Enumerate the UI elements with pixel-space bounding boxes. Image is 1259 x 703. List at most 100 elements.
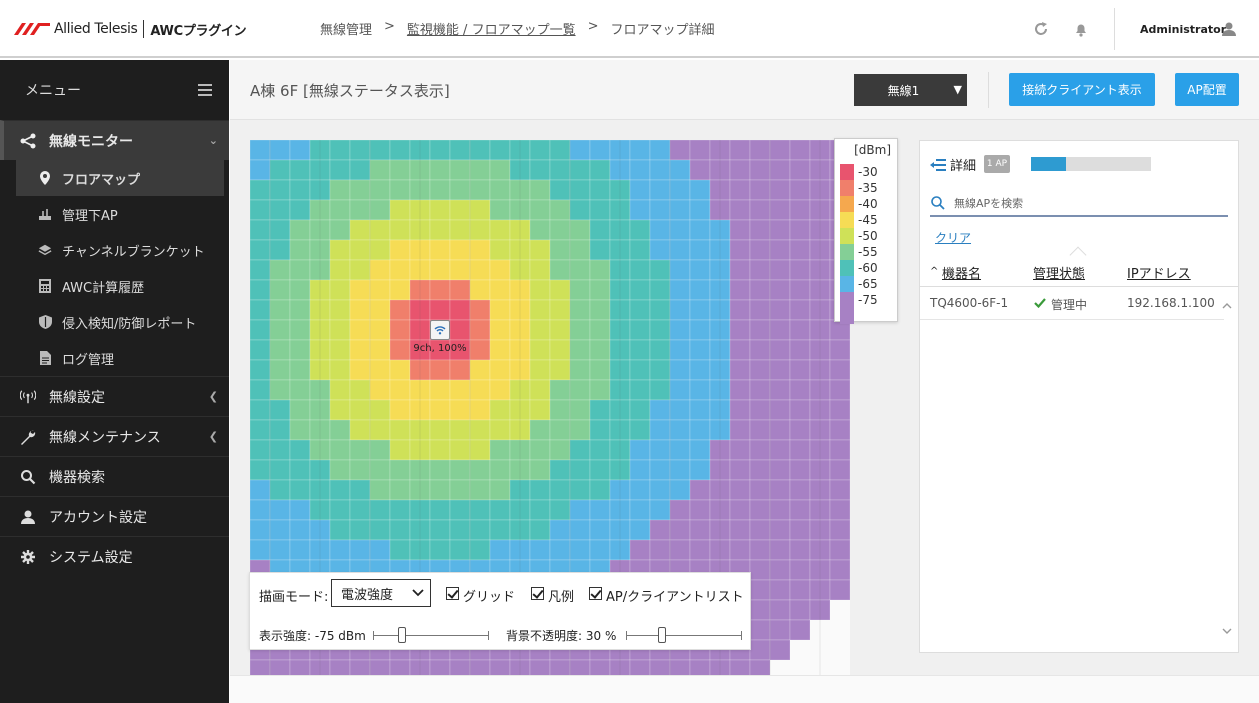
strength-slider-handle[interactable] [397, 627, 406, 643]
heatmap-cell [669, 459, 691, 481]
bell-icon[interactable] [1072, 20, 1090, 38]
heatmap-cell [389, 179, 411, 201]
ap-client-list-checkbox[interactable] [589, 587, 602, 600]
sidebar-item-channel-blanket[interactable]: チャンネルブランケット [0, 232, 229, 268]
sidebar-section-wireless-maintenance[interactable]: 無線メンテナンス ❮ [0, 416, 229, 456]
heatmap-cell [769, 419, 791, 441]
heatmap-cell [529, 399, 551, 421]
table-row[interactable]: TQ4600-6F-1 管理中 192.168.1.100 [920, 287, 1224, 320]
breadcrumb-item-floormap-list[interactable]: 監視機能 / フロアマップ一覧 [407, 19, 576, 38]
user-icon[interactable] [1220, 20, 1238, 38]
legend-swatch [840, 196, 854, 212]
sidebar-section-account[interactable]: アカウント設定 [0, 496, 229, 536]
opacity-slider[interactable] [626, 627, 742, 643]
logo-text: Allied Telesis [54, 21, 138, 37]
heatmap-cell [649, 519, 671, 541]
breadcrumb-item-wireless[interactable]: 無線管理 [320, 19, 372, 38]
heatmap-cell [669, 319, 691, 341]
heatmap-cell [729, 239, 751, 261]
sidebar-item-floormap[interactable]: フロアマップ [16, 160, 224, 196]
heatmap-cell [489, 379, 511, 401]
scroll-up-icon[interactable] [1222, 301, 1232, 311]
heatmap-cell [789, 199, 811, 221]
heatmap-cell [729, 159, 751, 181]
heatmap-cell [649, 140, 671, 161]
column-ip[interactable]: IPアドレス [1127, 263, 1191, 282]
heatmap-cell [449, 499, 471, 521]
column-device-name[interactable]: 機器名 [942, 263, 981, 282]
legend-checkbox[interactable] [531, 587, 544, 600]
heatmap-cell [329, 259, 351, 281]
strength-slider[interactable] [373, 627, 489, 643]
sidebar-item-ids-report[interactable]: 侵入検知/防御レポート [0, 304, 229, 340]
heatmap-cell [529, 219, 551, 241]
sidebar-item-managed-ap[interactable]: 管理下AP [0, 196, 229, 232]
heatmap-cell [429, 279, 451, 301]
collapse-left-icon[interactable] [930, 158, 946, 171]
column-status[interactable]: 管理状態 [1033, 263, 1085, 282]
heatmap-cell [289, 279, 311, 301]
clear-link[interactable]: クリア [935, 229, 971, 246]
sidebar-section-system[interactable]: システム設定 [0, 536, 229, 576]
username[interactable]: Administrator [1140, 23, 1226, 36]
heatmap-cell [549, 479, 571, 501]
heatmap-cell [329, 539, 351, 561]
heatmap-cell [729, 339, 751, 361]
heatmap-cell [449, 140, 471, 161]
logo[interactable]: Allied Telesis AWCプラグイン [14, 19, 247, 39]
heatmap-cell [289, 159, 311, 181]
refresh-icon[interactable] [1032, 20, 1050, 38]
sidebar-item-awc-history[interactable]: AWC計算履歴 [0, 268, 229, 304]
heatmap-cell [749, 499, 771, 521]
logo-divider [143, 20, 145, 38]
heatmap-cell [289, 219, 311, 241]
heatmap-cell [689, 259, 711, 281]
heatmap-cell [789, 259, 811, 281]
heatmap-cell [569, 519, 591, 541]
heatmap-cell [449, 459, 471, 481]
heatmap-cell [669, 419, 691, 441]
ap-search[interactable] [930, 191, 1228, 217]
heatmap-cell [729, 279, 751, 301]
heatmap-cell [549, 239, 571, 261]
heatmap-cell [749, 399, 771, 421]
show-clients-button[interactable]: 接続クライアント表示 [1009, 73, 1155, 106]
heatmap-cell [689, 439, 711, 461]
heatmap-cell [789, 599, 811, 621]
access-point-marker[interactable] [430, 320, 450, 340]
heatmap-cell [250, 479, 271, 501]
ap-placement-button[interactable]: AP配置 [1175, 73, 1239, 106]
menu-header: メニュー [0, 60, 229, 120]
sidebar-section-wireless-monitor[interactable]: 無線モニター ⌄ [0, 120, 229, 160]
heatmap-cell [289, 259, 311, 281]
ap-search-input[interactable] [954, 196, 1204, 210]
heatmap-cell [329, 219, 351, 241]
heatmap-cell [349, 140, 371, 161]
footer-strip [230, 675, 1259, 703]
hamburger-icon[interactable] [198, 84, 212, 96]
heatmap-cell [329, 439, 351, 461]
sidebar-section-wireless-settings[interactable]: 無線設定 ❮ [0, 376, 229, 416]
grid-checkbox[interactable] [446, 587, 459, 600]
legend-label: -55 [858, 245, 878, 259]
heatmap-cell [389, 399, 411, 421]
panel-header[interactable]: 詳細 [930, 155, 976, 174]
scroll-down-icon[interactable] [1222, 626, 1232, 636]
sidebar-section-device-search[interactable]: 機器検索 [0, 456, 229, 496]
heatmap-cell [729, 259, 751, 281]
heatmap-cell [769, 439, 791, 461]
opacity-slider-handle[interactable] [658, 627, 667, 643]
heatmap-cell [469, 379, 491, 401]
heatmap-cell [449, 439, 471, 461]
draw-mode-select[interactable]: 電波強度 [331, 579, 431, 607]
band-select[interactable]: 無線1 ▼ [854, 74, 967, 106]
share-icon [20, 133, 36, 149]
legend-item: -55 [840, 244, 878, 260]
heatmap-cell [429, 199, 451, 221]
legend-label: -40 [858, 197, 878, 211]
sidebar-item-log[interactable]: ログ管理 [0, 340, 229, 376]
ap-progress-fill [1031, 157, 1066, 171]
heatmap-cell [569, 199, 591, 221]
heatmap-cell [789, 179, 811, 201]
legend-item: -40 [840, 196, 878, 212]
